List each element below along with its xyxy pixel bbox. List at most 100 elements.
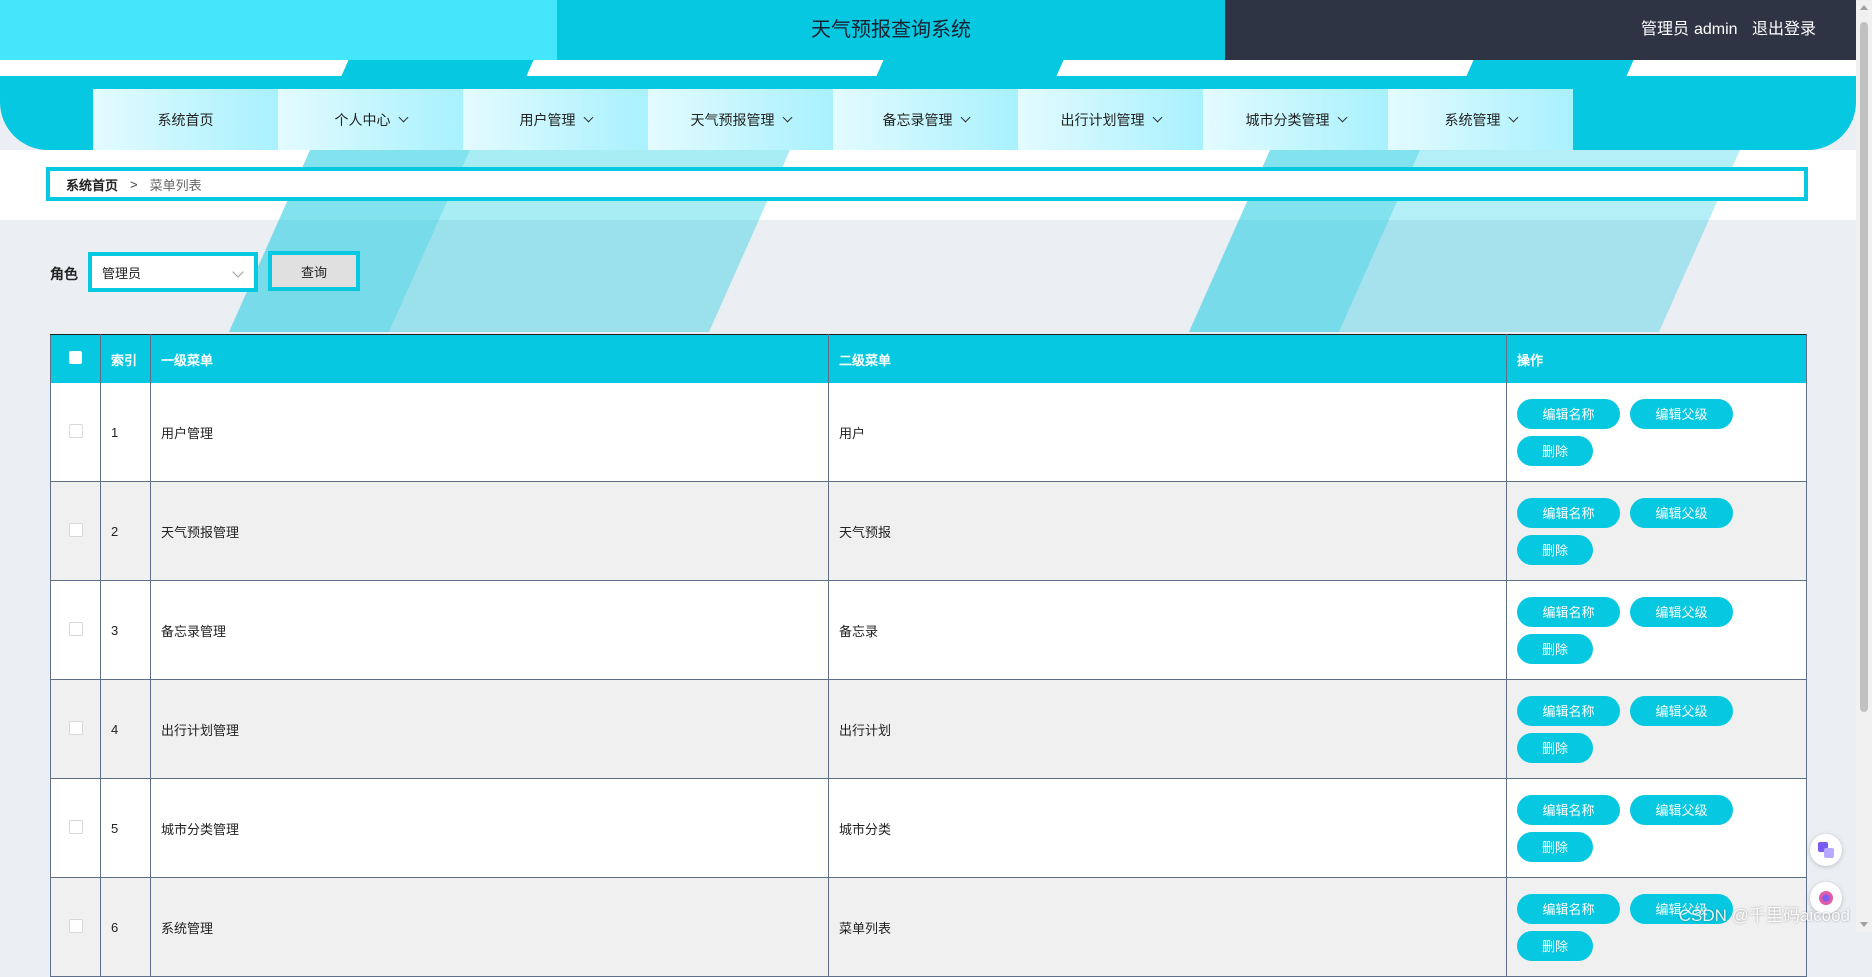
chevron-down-icon xyxy=(583,112,593,123)
delete-button[interactable]: 删除 xyxy=(1517,831,1593,862)
chevron-down-icon xyxy=(1337,112,1347,123)
level2-menu-cell: 天气预报 xyxy=(828,481,1507,581)
edit-name-button[interactable]: 编辑名称 xyxy=(1517,596,1620,627)
index-cell: 2 xyxy=(100,481,151,581)
nav-item-label: 备忘录管理 xyxy=(882,111,953,128)
delete-button[interactable]: 删除 xyxy=(1517,534,1593,565)
chevron-down-icon xyxy=(232,266,244,278)
translate-icon[interactable] xyxy=(1810,834,1842,866)
nav-item-city-category-management[interactable]: 城市分类管理 xyxy=(1203,89,1388,150)
page-scrollbar[interactable] xyxy=(1856,0,1872,932)
row-actions: 编辑名称 编辑父级 删除 xyxy=(1517,497,1747,565)
nav-item-label: 系统管理 xyxy=(1444,111,1501,128)
breadcrumb: 系统首页 > 菜单列表 xyxy=(46,167,1808,201)
row-checkbox[interactable] xyxy=(68,522,83,537)
edit-name-button[interactable]: 编辑名称 xyxy=(1517,398,1620,429)
actions-cell: 编辑名称 编辑父级 删除 xyxy=(1506,877,1807,977)
column-header: 索引 xyxy=(100,334,151,383)
breadcrumb-home-link[interactable]: 系统首页 xyxy=(66,175,118,194)
table-row: 6 系统管理 菜单列表 编辑名称 编辑父级 删除 xyxy=(50,877,1807,977)
level1-menu-cell: 天气预报管理 xyxy=(150,481,829,581)
nav-item-memo-management[interactable]: 备忘录管理 xyxy=(833,89,1018,150)
edit-name-button[interactable]: 编辑名称 xyxy=(1517,893,1620,924)
level1-menu-cell: 备忘录管理 xyxy=(150,580,829,680)
role-filter-label: 角色 xyxy=(50,266,78,282)
chevron-down-icon xyxy=(782,112,792,123)
level2-menu-cell: 出行计划 xyxy=(828,679,1507,779)
nav-item-label: 出行计划管理 xyxy=(1060,111,1145,128)
row-actions: 编辑名称 编辑父级 删除 xyxy=(1517,596,1747,664)
row-actions: 编辑名称 编辑父级 删除 xyxy=(1517,794,1747,862)
row-select-cell xyxy=(50,481,101,581)
chevron-down-icon xyxy=(398,112,408,123)
nav-item-label: 系统首页 xyxy=(157,111,214,128)
index-cell: 4 xyxy=(100,679,151,779)
edit-parent-button[interactable]: 编辑父级 xyxy=(1630,794,1733,825)
nav-item-weather-management[interactable]: 天气预报管理 xyxy=(648,89,833,150)
nav-item-travel-plan-management[interactable]: 出行计划管理 xyxy=(1018,89,1203,150)
row-select-cell xyxy=(50,383,101,482)
row-checkbox[interactable] xyxy=(68,423,83,438)
row-checkbox[interactable] xyxy=(68,720,83,735)
nav-item-system-management[interactable]: 系统管理 xyxy=(1388,89,1573,150)
table-row: 3 备忘录管理 备忘录 编辑名称 编辑父级 删除 xyxy=(50,580,1807,680)
scroll-up-icon[interactable] xyxy=(1860,5,1868,10)
watermark: CSDN @千里码aicood xyxy=(1678,906,1850,925)
username: admin xyxy=(1693,21,1738,38)
system-title: 天气预报查询系统 xyxy=(811,19,971,41)
delete-button[interactable]: 删除 xyxy=(1517,633,1593,664)
role-select-value: 管理员 xyxy=(102,265,142,281)
nav-item-label: 天气预报管理 xyxy=(690,111,775,128)
index-cell: 6 xyxy=(100,877,151,977)
table-row: 4 出行计划管理 出行计划 编辑名称 编辑父级 删除 xyxy=(50,679,1807,779)
delete-button[interactable]: 删除 xyxy=(1517,930,1593,961)
header-light-block xyxy=(0,0,557,60)
actions-cell: 编辑名称 编辑父级 删除 xyxy=(1506,778,1807,878)
edit-parent-button[interactable]: 编辑父级 xyxy=(1630,596,1733,627)
logout-link[interactable]: 退出登录 xyxy=(1752,21,1816,38)
row-actions: 编辑名称 编辑父级 删除 xyxy=(1517,398,1747,466)
row-actions: 编辑名称 编辑父级 删除 xyxy=(1517,695,1747,763)
user-role: 管理员 xyxy=(1640,21,1689,38)
role-select[interactable]: 管理员 xyxy=(88,252,258,292)
row-checkbox[interactable] xyxy=(68,918,83,933)
row-select-cell xyxy=(50,580,101,680)
select-all-checkbox[interactable] xyxy=(69,351,82,364)
table-body: 1 用户管理 用户 编辑名称 编辑父级 删除 2 天气预报管理 天气预报 编辑名… xyxy=(50,383,1807,977)
table-row: 5 城市分类管理 城市分类 编辑名称 编辑父级 删除 xyxy=(50,778,1807,878)
level1-menu-cell: 系统管理 xyxy=(150,877,829,977)
row-select-cell xyxy=(50,877,101,977)
decor-notch xyxy=(1466,60,1634,76)
nav-item-user-management[interactable]: 用户管理 xyxy=(463,89,648,150)
level1-menu-cell: 城市分类管理 xyxy=(150,778,829,878)
menu-table: 索引 一级菜单 二级菜单 操作 1 用户管理 用户 编辑名称 编辑父级 删除 2 xyxy=(50,334,1807,977)
scroll-down-icon[interactable] xyxy=(1860,922,1868,927)
query-button[interactable]: 查询 xyxy=(268,251,360,291)
nav-item-personal-center[interactable]: 个人中心 xyxy=(278,89,463,150)
decor-notch xyxy=(341,60,534,76)
nav-item-home[interactable]: 系统首页 xyxy=(93,89,278,150)
edit-parent-button[interactable]: 编辑父级 xyxy=(1630,695,1733,726)
delete-button[interactable]: 删除 xyxy=(1517,732,1593,763)
column-header: 操作 xyxy=(1506,334,1807,383)
edit-parent-button[interactable]: 编辑父级 xyxy=(1630,497,1733,528)
main-nav: 系统首页 个人中心 用户管理 天气预报管理 备忘录管理 出行计划管理 城市分类管… xyxy=(93,89,1573,150)
scroll-thumb[interactable] xyxy=(1860,22,1868,712)
table-row: 2 天气预报管理 天气预报 编辑名称 编辑父级 删除 xyxy=(50,481,1807,581)
breadcrumb-current: 菜单列表 xyxy=(149,177,202,193)
row-checkbox[interactable] xyxy=(68,621,83,636)
header-select-all-cell xyxy=(50,334,101,383)
actions-cell: 编辑名称 编辑父级 删除 xyxy=(1506,580,1807,680)
edit-name-button[interactable]: 编辑名称 xyxy=(1517,497,1620,528)
edit-parent-button[interactable]: 编辑父级 xyxy=(1630,398,1733,429)
actions-cell: 编辑名称 编辑父级 删除 xyxy=(1506,481,1807,581)
chevron-down-icon xyxy=(1152,112,1162,123)
column-header: 二级菜单 xyxy=(828,334,1507,383)
row-checkbox[interactable] xyxy=(68,819,83,834)
edit-name-button[interactable]: 编辑名称 xyxy=(1517,794,1620,825)
level2-menu-cell: 菜单列表 xyxy=(828,877,1507,977)
delete-button[interactable]: 删除 xyxy=(1517,435,1593,466)
level2-menu-cell: 备忘录 xyxy=(828,580,1507,680)
edit-name-button[interactable]: 编辑名称 xyxy=(1517,695,1620,726)
table-row: 1 用户管理 用户 编辑名称 编辑父级 删除 xyxy=(50,383,1807,482)
